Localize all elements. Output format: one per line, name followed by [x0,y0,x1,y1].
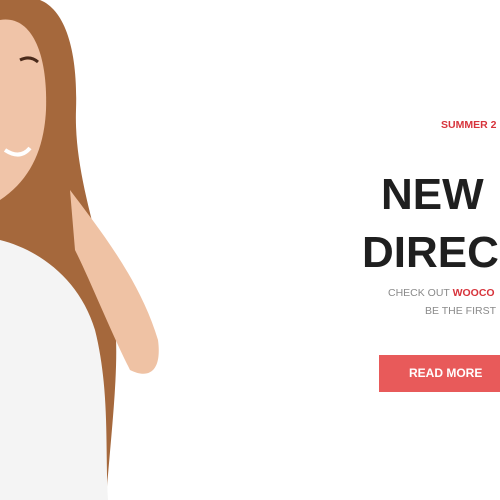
hero-title-line1: NEW [381,170,484,219]
hero-subtitle: CHECK OUT WOOCO [388,287,495,299]
subtitle-prefix: CHECK OUT [388,287,453,299]
hero-title-line2: DIREC [362,228,499,277]
hero-subtitle-line2: BE THE FIRST [425,305,496,317]
read-more-button[interactable]: READ MORE [379,355,500,392]
hero-model-photo [0,0,159,500]
hero-kicker: SUMMER 2 [441,119,497,131]
subtitle-link[interactable]: WOOCO [453,287,495,299]
